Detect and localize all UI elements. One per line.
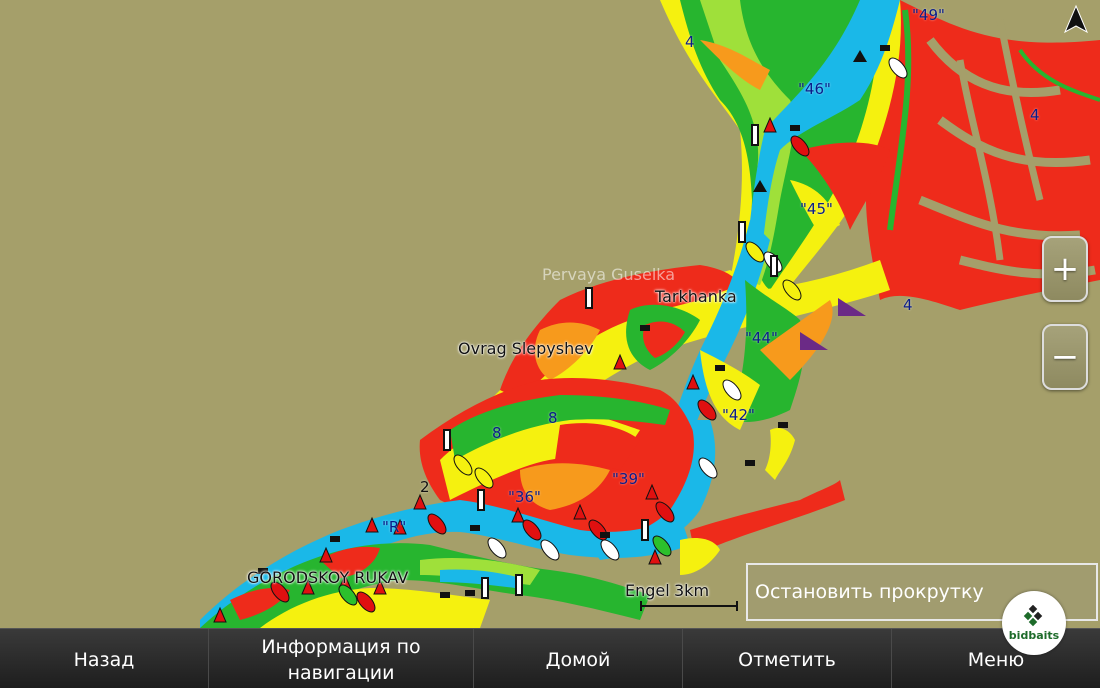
channel-marker: "45" (800, 200, 833, 218)
bidbaits-watermark-logo: bidbaits (1002, 591, 1066, 655)
depth-label: 8 (548, 409, 558, 427)
minus-icon: − (1050, 337, 1080, 377)
channel-marker: "44" (745, 329, 778, 347)
channel-marker: "42" (722, 406, 755, 424)
stop-scrolling-label: Остановить прокрутку (755, 581, 984, 603)
channel-marker: "R" (382, 518, 407, 536)
channel-marker: "46" (798, 80, 831, 98)
place-label-engel: Engel (625, 581, 670, 600)
depth-label: 4 (903, 296, 913, 314)
watermark-text: bidbaits (1008, 628, 1060, 642)
mark-button[interactable]: Отметить (683, 629, 892, 688)
bidbaits-logo-icon (1023, 604, 1043, 626)
depth-label: 8 (492, 424, 502, 442)
place-label-pervaya-guselka: Pervaya Guselka (542, 265, 676, 284)
menu-button[interactable]: Меню (892, 629, 1100, 688)
zoom-out-button[interactable]: − (1042, 324, 1088, 390)
depth-label: 4 (1030, 106, 1040, 124)
home-button[interactable]: Домой (474, 629, 683, 688)
place-label-ovrag-slepyshev: Ovrag Slepyshev (458, 339, 594, 358)
depth-label: 2 (420, 478, 430, 496)
channel-marker: "39" (612, 470, 645, 488)
nautical-chart-map[interactable] (0, 0, 1100, 628)
plus-icon: + (1050, 249, 1080, 289)
back-button[interactable]: Назад (0, 629, 209, 688)
channel-marker: "49" (912, 6, 945, 24)
scale-label: 3km (674, 581, 710, 600)
zoom-in-button[interactable]: + (1042, 236, 1088, 302)
channel-marker: "36" (508, 488, 541, 506)
nav-info-button[interactable]: Информация по навигации (209, 629, 474, 688)
place-label-tarkhanka: Tarkhanka (655, 287, 737, 306)
depth-label: 4 (685, 33, 695, 51)
place-label-gorodskoy-rukav: GORODSKOY RUKAV (247, 568, 409, 587)
scale-bar (640, 601, 738, 611)
bottom-nav-bar: Назад Информация по навигации Домой Отме… (0, 628, 1100, 688)
